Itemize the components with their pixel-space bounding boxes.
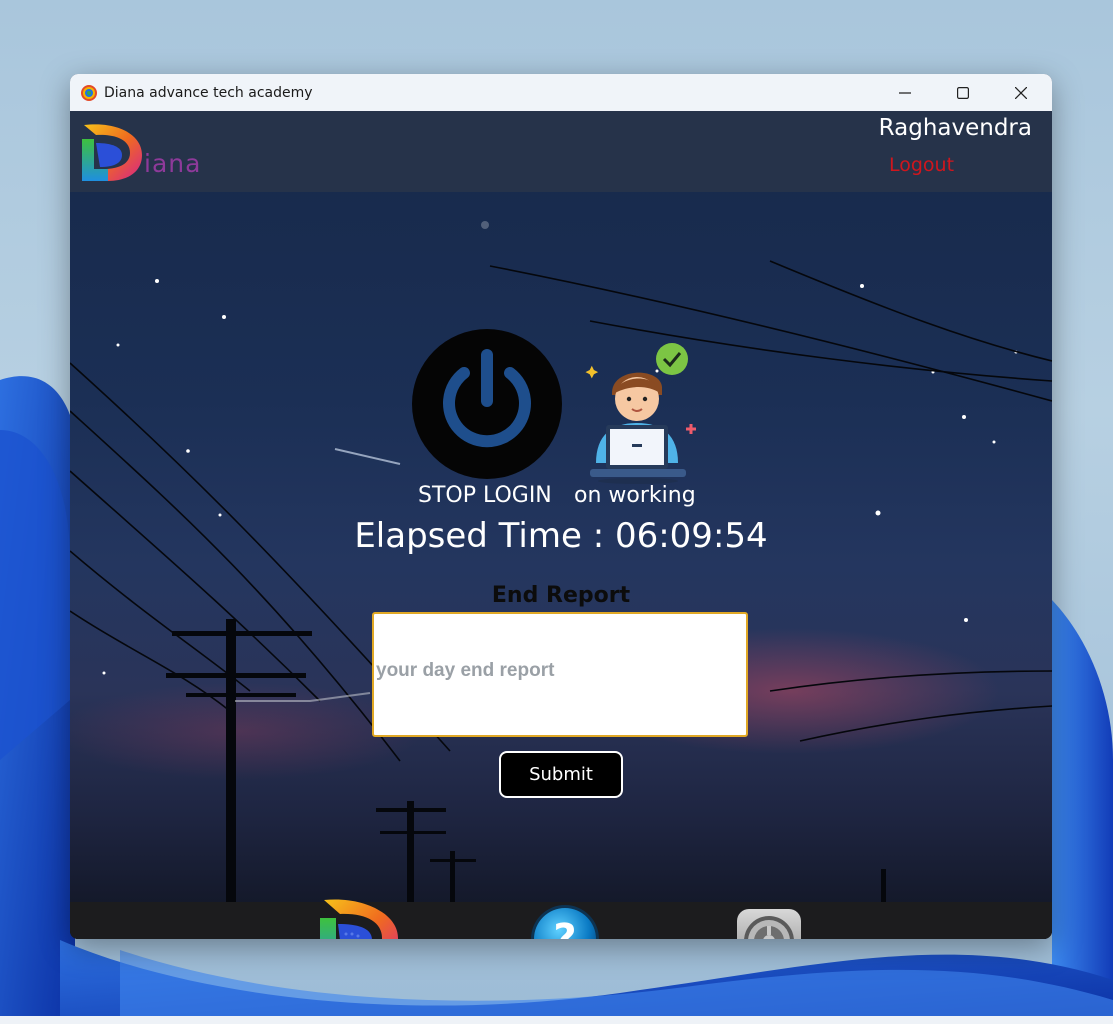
minimize-icon [899, 91, 911, 94]
end-report-heading: End Report [491, 583, 631, 608]
app-logo-icon [81, 84, 97, 101]
power-icon [443, 349, 531, 448]
diana-logo-icon[interactable] [314, 896, 400, 939]
settings-icon[interactable] [736, 908, 802, 939]
title-bar: Diana advance tech academy [70, 74, 1052, 111]
help-icon[interactable]: ? [528, 902, 602, 939]
elapsed-time: Elapsed Time : 06:09:54 [354, 516, 768, 556]
end-report-input[interactable] [372, 612, 748, 737]
logo-text: iana [144, 149, 202, 178]
close-button[interactable] [992, 74, 1050, 111]
username-label: Raghavendra [878, 115, 1032, 141]
minimize-button[interactable] [876, 74, 934, 111]
svg-text:?: ? [553, 916, 576, 939]
maximize-icon [957, 86, 969, 99]
diana-logo-icon [82, 124, 142, 181]
working-person-icon [585, 343, 696, 484]
app-header: iana Raghavendra Logout [70, 111, 1052, 192]
bottom-dock: ? [70, 899, 1052, 939]
submit-button[interactable]: Submit [499, 751, 623, 798]
work-status-label: on working [574, 483, 696, 508]
stop-login-label: STOP LOGIN [418, 483, 552, 508]
app-content: iana Raghavendra Logout STOP LOGIN on wo… [70, 111, 1052, 939]
stop-login-power-button[interactable] [412, 329, 562, 479]
close-icon [1015, 86, 1027, 99]
desktop: Diana advance tech academy iana Raghaven… [0, 0, 1113, 1024]
logout-link[interactable]: Logout [889, 154, 954, 176]
maximize-button[interactable] [934, 74, 992, 111]
window-title: Diana advance tech academy [104, 84, 313, 101]
app-window: Diana advance tech academy iana Raghaven… [70, 74, 1052, 939]
